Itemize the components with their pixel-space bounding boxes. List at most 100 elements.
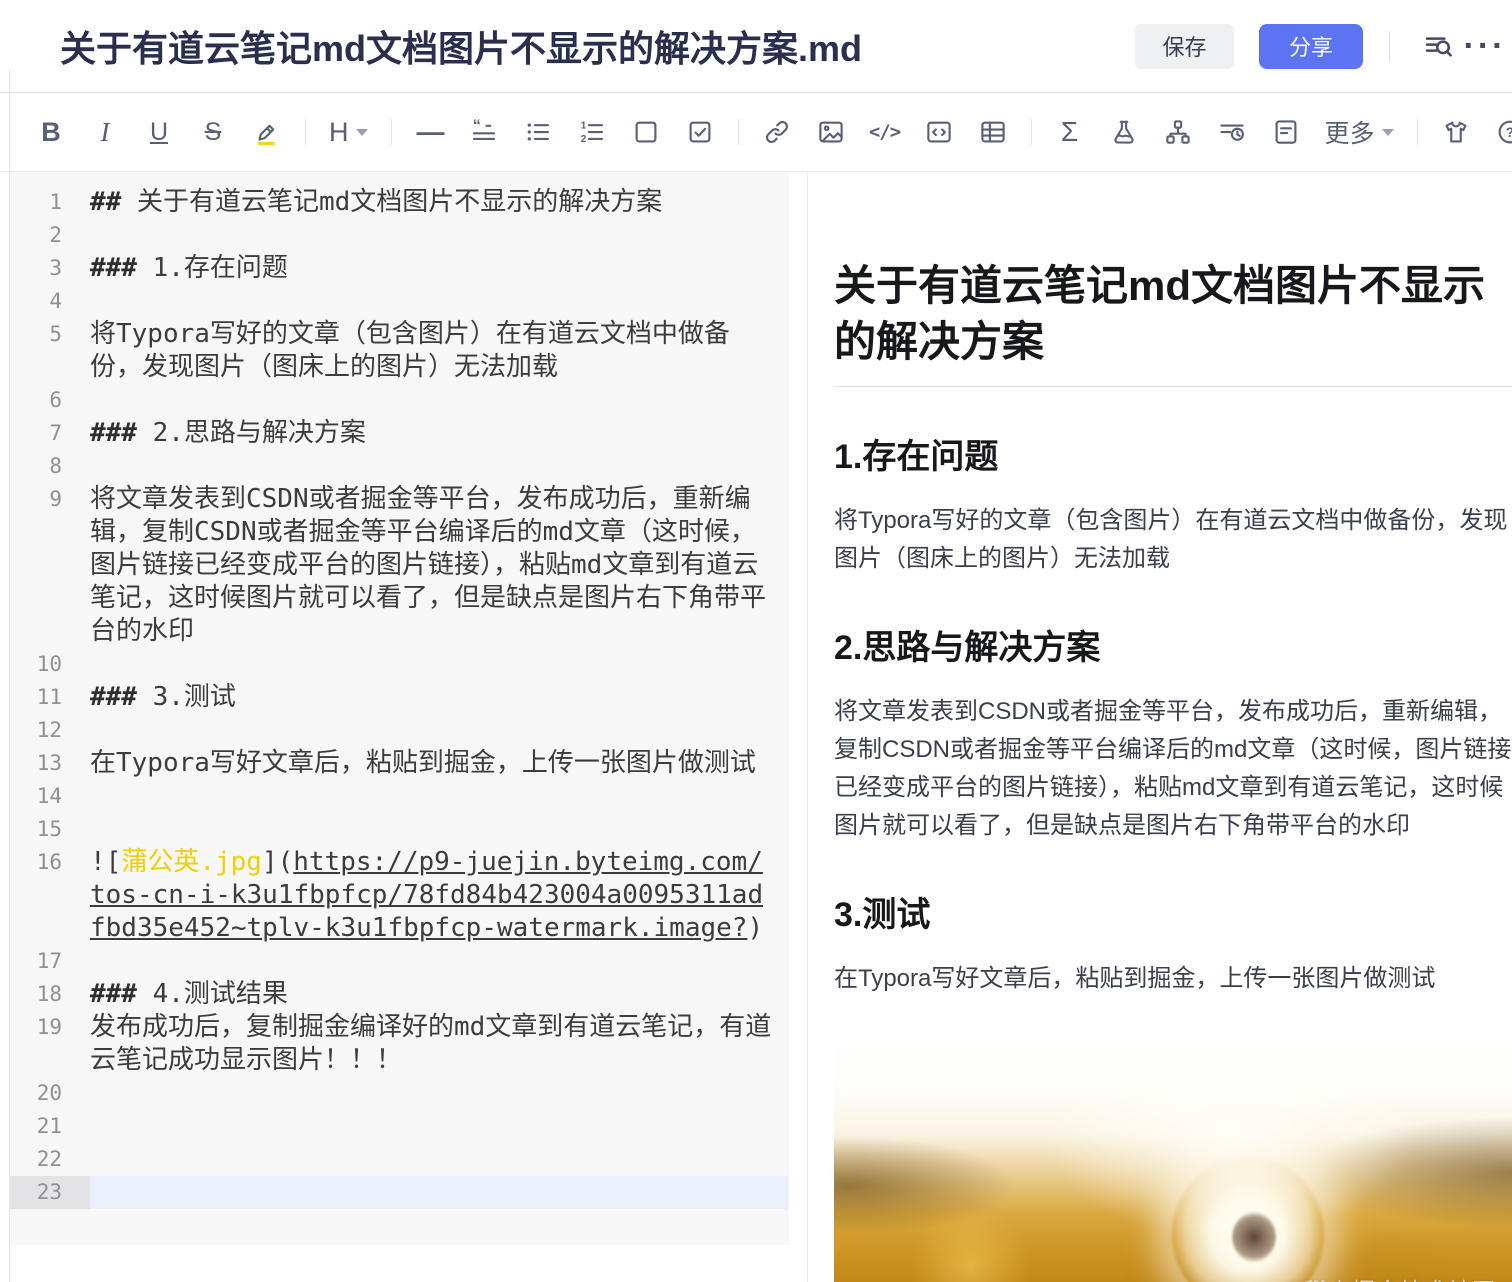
editor-line[interactable]: 21 xyxy=(10,1110,789,1143)
editor-line[interactable]: 4 xyxy=(10,285,789,318)
toolbar-divider xyxy=(305,119,306,145)
editor-line[interactable]: 2 xyxy=(10,219,789,252)
history-list-icon[interactable] xyxy=(1209,110,1255,154)
line-number: 10 xyxy=(36,652,62,676)
find-in-document-icon[interactable] xyxy=(1416,23,1462,69)
flowchart-icon[interactable] xyxy=(1155,110,1201,154)
preview-paragraph: 将文章发表到CSDN或者掘金等平台，发布成功后，重新编辑，复制CSDN或者掘金等… xyxy=(834,698,1512,839)
editor-line-text[interactable]: ## 关于有道云笔记md文档图片不显示的解决方案 xyxy=(90,186,789,219)
header-divider xyxy=(1389,31,1390,61)
bullet-list-icon[interactable] xyxy=(515,110,561,154)
editor-line-text[interactable] xyxy=(90,1143,789,1176)
line-number: 1 xyxy=(49,190,62,214)
editor-line-text[interactable] xyxy=(90,384,789,417)
checkbox-unchecked-icon[interactable] xyxy=(623,110,669,154)
editor-line[interactable]: 8 xyxy=(10,450,789,483)
editor-line-text[interactable] xyxy=(90,1077,789,1110)
toolbar-divider xyxy=(737,119,739,145)
link-icon[interactable] xyxy=(754,110,800,154)
chevron-down-icon xyxy=(1381,128,1394,136)
editor-line-text[interactable]: ![蒲公英.jpg](https://p9-juejin.byteimg.com… xyxy=(90,846,789,945)
line-number: 20 xyxy=(36,1081,62,1105)
line-number: 14 xyxy=(36,784,62,808)
code-block-icon[interactable] xyxy=(916,110,962,154)
editor-line-text[interactable]: ### 2.思路与解决方案 xyxy=(90,417,789,450)
markdown-source-editor[interactable]: 1 ## 关于有道云笔记md文档图片不显示的解决方案 2 3 ### 1.存在问题 4 5 将… xyxy=(10,172,789,1282)
editor-line[interactable]: 23 xyxy=(10,1176,789,1209)
dandelion-image[interactable]: @稀土掘金技术社区 xyxy=(834,1034,1512,1282)
editor-line[interactable]: 19 发布成功后，复制掘金编译好的md文章到有道云笔记，有道云笔记成功显示图片！！… xyxy=(10,1011,789,1077)
preview-content: 关于有道云笔记md文档图片不显示的解决方案 1.存在问题 将Typora写好的文章… xyxy=(834,258,1512,1282)
editor-line-text[interactable] xyxy=(90,285,789,318)
theme-icon[interactable] xyxy=(1433,110,1479,154)
editor-line-text[interactable] xyxy=(90,813,789,846)
toolbar-divider xyxy=(390,119,392,145)
editor-line-text[interactable] xyxy=(90,450,789,483)
line-number: 16 xyxy=(36,850,62,874)
bold-icon[interactable]: B xyxy=(28,110,74,154)
image-icon[interactable] xyxy=(808,110,854,154)
editor-line[interactable]: 14 xyxy=(10,780,789,813)
italic-icon[interactable]: I xyxy=(82,110,128,154)
editor-line-text[interactable]: ### 4.测试结果 xyxy=(90,978,789,1011)
editor-line[interactable]: 20 xyxy=(10,1077,789,1110)
editor-line-text[interactable]: ### 1.存在问题 xyxy=(90,252,789,285)
more-menu-icon[interactable]: ··· xyxy=(1462,23,1508,69)
editor-line[interactable]: 1 ## 关于有道云笔记md文档图片不显示的解决方案 xyxy=(10,186,789,219)
inline-code-icon[interactable]: </> xyxy=(862,110,908,154)
editor-line[interactable]: 11 ### 3.测试 xyxy=(10,681,789,714)
save-button[interactable]: 保存 xyxy=(1135,23,1234,69)
horizontal-rule-icon[interactable]: — xyxy=(407,110,453,154)
editor-line[interactable]: 5 将Typora写好的文章（包含图片）在有道云文档中做备份，发现图片（图床上的图… xyxy=(10,318,789,384)
line-number: 6 xyxy=(49,388,62,412)
editor-line-text[interactable]: ### 3.测试 xyxy=(90,681,789,714)
ordered-list-icon[interactable]: 1 2 xyxy=(569,110,615,154)
editor-line[interactable]: 10 xyxy=(10,648,789,681)
editor-line[interactable]: 16 ![蒲公英.jpg](https://p9-juejin.byteimg.c… xyxy=(10,846,789,945)
table-icon[interactable] xyxy=(970,110,1016,154)
help-icon[interactable]: ? xyxy=(1487,110,1512,154)
editor-line[interactable]: 15 xyxy=(10,813,789,846)
highlight-icon[interactable] xyxy=(244,110,290,154)
underline-icon[interactable]: U xyxy=(136,110,182,154)
editor-line[interactable]: 22 xyxy=(10,1143,789,1176)
editor-line-text[interactable] xyxy=(90,1176,789,1209)
document-outline-icon[interactable] xyxy=(1263,110,1309,154)
editor-line-text[interactable] xyxy=(90,219,789,252)
editor-line-text[interactable]: 在Typora写好文章后，粘贴到掘金，上传一张图片做测试 xyxy=(90,747,789,780)
preview-sections: 1.存在问题 将Typora写好的文章（包含图片）在有道云文档中做备份，发现图片（… xyxy=(834,429,1512,998)
editor-line[interactable]: 18 ### 4.测试结果 xyxy=(10,978,789,1011)
strikethrough-icon[interactable]: S xyxy=(190,110,236,154)
formula-icon[interactable]: Σ xyxy=(1047,110,1093,154)
editor-line-text[interactable] xyxy=(90,945,789,978)
editor-line[interactable]: 12 xyxy=(10,714,789,747)
editor-line-text[interactable] xyxy=(90,780,789,813)
quote-icon[interactable]: “ xyxy=(461,110,507,154)
editor-line[interactable]: 3 ### 1.存在问题 xyxy=(10,252,789,285)
editor-line[interactable]: 7 ### 2.思路与解决方案 xyxy=(10,417,789,450)
line-number: 18 xyxy=(36,982,62,1006)
editor-line-text[interactable] xyxy=(90,714,789,747)
checkbox-checked-icon[interactable] xyxy=(677,110,723,154)
more-dropdown[interactable]: 更多 xyxy=(1317,110,1402,154)
image-watermark: @稀土掘金技术社区 xyxy=(1280,1272,1496,1282)
line-number: 8 xyxy=(49,454,62,478)
editor-line[interactable]: 6 xyxy=(10,384,789,417)
heading-dropdown[interactable]: H xyxy=(321,110,376,154)
pane-divider[interactable] xyxy=(789,172,808,1282)
editor-line-text[interactable]: 发布成功后，复制掘金编译好的md文章到有道云笔记，有道云笔记成功显示图片！！！ xyxy=(90,1011,789,1077)
share-button[interactable]: 分享 xyxy=(1259,23,1363,69)
flask-icon[interactable] xyxy=(1101,110,1147,154)
editor-line[interactable]: 13 在Typora写好文章后，粘贴到掘金，上传一张图片做测试 xyxy=(10,747,789,780)
editor-line-text[interactable]: 将Typora写好的文章（包含图片）在有道云文档中做备份，发现图片（图床上的图片… xyxy=(90,318,789,384)
editor-line[interactable]: 17 xyxy=(10,945,789,978)
svg-text:?: ? xyxy=(1505,125,1512,140)
editor-line-text[interactable] xyxy=(90,648,789,681)
editor-lines: 1 ## 关于有道云笔记md文档图片不显示的解决方案 2 3 ### 1.存在问题 4 5 将… xyxy=(10,172,789,1245)
svg-text:1: 1 xyxy=(580,120,586,131)
editor-line-text[interactable] xyxy=(90,1110,789,1143)
split-view: 1 ## 关于有道云笔记md文档图片不显示的解决方案 2 3 ### 1.存在问题 4 5 将… xyxy=(10,172,1512,1282)
editor-line-text[interactable]: 将文章发表到CSDN或者掘金等平台，发布成功后，重新编辑，复制CSDN或者掘金等… xyxy=(90,483,789,648)
editor-line[interactable]: 9 将文章发表到CSDN或者掘金等平台，发布成功后，重新编辑，复制CSDN或者掘金… xyxy=(10,483,789,648)
line-number: 21 xyxy=(36,1114,62,1138)
